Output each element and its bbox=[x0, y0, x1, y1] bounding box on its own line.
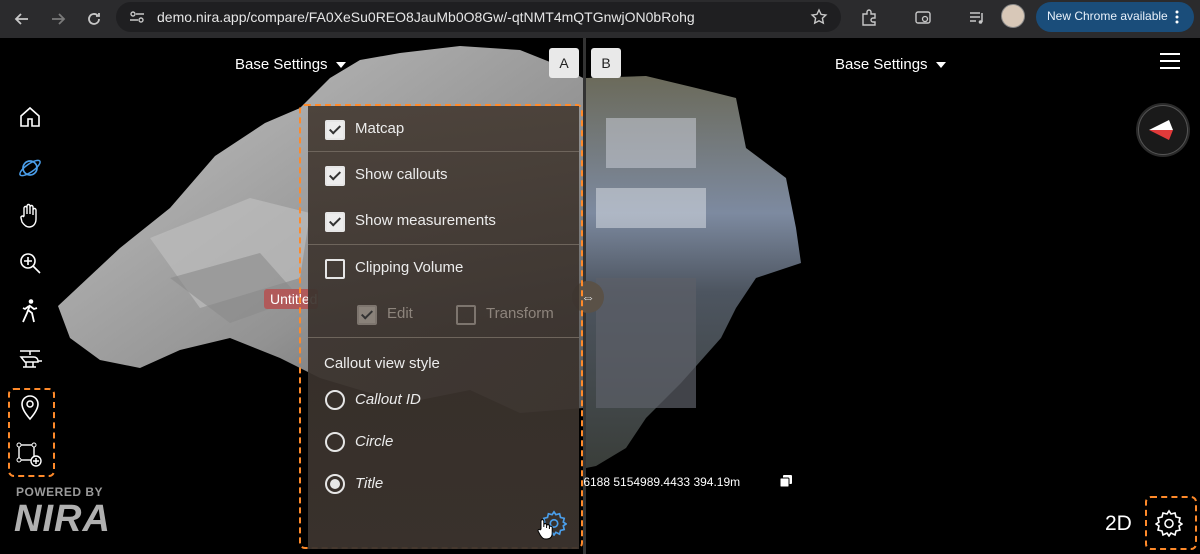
view-mode-toggle[interactable]: 2D bbox=[1105, 512, 1132, 536]
settings-gear-icon[interactable] bbox=[1154, 509, 1184, 538]
helicopter-icon[interactable] bbox=[16, 345, 44, 373]
option-matcap[interactable]: Matcap bbox=[308, 106, 579, 152]
edit-label: Edit bbox=[387, 305, 413, 322]
circle-label: Circle bbox=[355, 433, 394, 450]
zoom-icon[interactable] bbox=[16, 249, 44, 277]
bookmark-star-icon[interactable] bbox=[810, 8, 828, 31]
back-arrow-icon[interactable] bbox=[7, 4, 37, 34]
option-show-callouts[interactable]: Show callouts bbox=[308, 152, 579, 198]
address-bar[interactable]: demo.nira.app/compare/FA0XeSu0REO8JauMb0… bbox=[116, 2, 841, 32]
pane-label-b: B bbox=[591, 48, 621, 78]
pane-label-a: A bbox=[549, 48, 579, 78]
home-icon[interactable] bbox=[16, 103, 44, 131]
walk-icon[interactable] bbox=[16, 297, 44, 325]
clipping-volume-checkbox[interactable] bbox=[325, 259, 345, 279]
radio-title[interactable]: Title bbox=[308, 466, 579, 502]
base-settings-dropdown-b[interactable]: Base Settings bbox=[835, 56, 946, 73]
orbit-icon[interactable] bbox=[16, 154, 44, 182]
pointer-hand-cursor-icon bbox=[536, 518, 554, 540]
extensions-puzzle-icon[interactable] bbox=[857, 6, 881, 30]
show-measurements-label: Show measurements bbox=[355, 212, 496, 229]
callout-id-label: Callout ID bbox=[355, 391, 421, 408]
powered-by-text: POWERED BY bbox=[16, 485, 104, 499]
browser-toolbar: demo.nira.app/compare/FA0XeSu0REO8JauMb0… bbox=[0, 0, 1200, 38]
base-settings-label-b: Base Settings bbox=[835, 56, 928, 73]
base-settings-label-a: Base Settings bbox=[235, 56, 328, 73]
clipping-volume-label: Clipping Volume bbox=[355, 259, 464, 276]
pan-hand-icon[interactable] bbox=[16, 202, 44, 230]
url-text[interactable]: demo.nira.app/compare/FA0XeSu0REO8JauMb0… bbox=[157, 9, 695, 25]
coordinates-readout: .6188 5154989.4433 394.19m bbox=[580, 475, 741, 489]
nira-logo: NIRA bbox=[14, 498, 111, 540]
media-queue-icon[interactable] bbox=[965, 6, 989, 30]
circle-radio[interactable] bbox=[325, 432, 345, 452]
radio-callout-id[interactable]: Callout ID bbox=[308, 382, 579, 418]
title-radio[interactable] bbox=[325, 474, 345, 494]
title-label: Title bbox=[355, 475, 384, 492]
radio-circle[interactable]: Circle bbox=[308, 424, 579, 460]
chrome-update-button[interactable]: New Chrome available bbox=[1036, 2, 1194, 32]
base-settings-dropdown-a[interactable]: Base Settings bbox=[235, 56, 346, 73]
callout-id-radio[interactable] bbox=[325, 390, 345, 410]
edit-checkbox[interactable] bbox=[357, 305, 377, 325]
copy-icon[interactable] bbox=[779, 474, 793, 488]
tab-search-icon[interactable] bbox=[911, 6, 935, 30]
callout-view-style-title: Callout view style bbox=[324, 355, 440, 372]
option-show-measurements[interactable]: Show measurements bbox=[308, 198, 579, 244]
matcap-checkbox[interactable] bbox=[325, 120, 345, 140]
matcap-label: Matcap bbox=[355, 120, 405, 137]
option-clipping-volume[interactable]: Clipping Volume bbox=[308, 245, 579, 291]
compare-viewer[interactable]: ⇔ Base Settings Base Settings A B POWERE… bbox=[0, 38, 1200, 554]
compass-icon[interactable] bbox=[1138, 105, 1188, 155]
update-label: New Chrome available bbox=[1047, 9, 1168, 23]
caret-down-icon bbox=[935, 61, 946, 68]
model-b-render[interactable] bbox=[586, 38, 816, 478]
show-measurements-checkbox[interactable] bbox=[325, 212, 345, 232]
site-settings-icon[interactable] bbox=[129, 10, 145, 29]
more-vertical-icon[interactable] bbox=[1174, 9, 1180, 30]
transform-label: Transform bbox=[486, 305, 554, 322]
annotation-add-icon[interactable] bbox=[16, 441, 44, 469]
menu-hamburger-icon[interactable] bbox=[1160, 53, 1180, 69]
settings-panel: Matcap Show callouts Show measurements C… bbox=[308, 106, 579, 549]
transform-checkbox[interactable] bbox=[456, 305, 476, 325]
clipping-sub-options: Edit Transform bbox=[308, 291, 579, 337]
show-callouts-checkbox[interactable] bbox=[325, 166, 345, 186]
separator bbox=[308, 337, 579, 338]
location-pin-icon[interactable] bbox=[16, 394, 44, 422]
profile-avatar[interactable] bbox=[1001, 4, 1025, 28]
caret-down-icon bbox=[335, 61, 346, 68]
show-callouts-label: Show callouts bbox=[355, 166, 448, 183]
forward-arrow-icon[interactable] bbox=[43, 4, 73, 34]
reload-icon[interactable] bbox=[79, 4, 109, 34]
